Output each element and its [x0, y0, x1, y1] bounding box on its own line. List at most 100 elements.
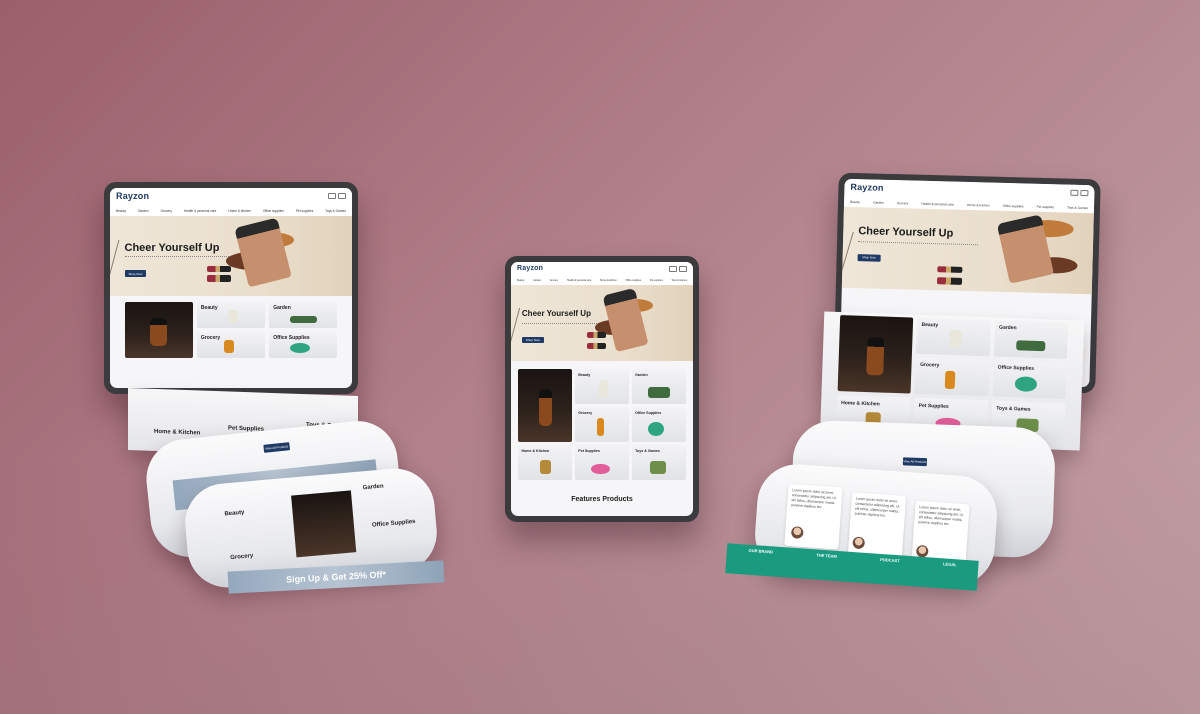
cart-icon[interactable] — [328, 193, 336, 199]
category-card[interactable]: Grocery — [196, 332, 266, 358]
category-card[interactable]: Grocery — [575, 406, 629, 443]
nav-item[interactable]: Garden — [533, 279, 541, 282]
nav-item[interactable]: Home & kitchen — [600, 279, 617, 282]
site-header: Rayzon Beauty Garden Grocery Health & pe… — [110, 188, 352, 216]
cart-icon[interactable] — [1070, 189, 1079, 196]
view-all-button[interactable]: View All Products — [902, 457, 928, 467]
category-card[interactable]: Garden — [993, 320, 1069, 359]
main-nav: Beauty Garden Grocery Health & personal … — [116, 209, 346, 213]
cart-icon[interactable] — [669, 265, 677, 272]
hero-title: Cheer Yourself Up — [858, 225, 954, 240]
left-tablet-screen: Rayzon Beauty Garden Grocery Health & pe… — [110, 188, 352, 388]
category-label: Toys & Games — [635, 449, 660, 454]
main-nav: Beauty Garden Grocery Health & personal … — [517, 279, 687, 282]
category-label: Home & Kitchen — [841, 399, 880, 408]
category-label: Garden — [273, 305, 291, 312]
nav-item[interactable]: Home & kitchen — [967, 203, 990, 208]
nav-item[interactable]: Office supplies — [625, 279, 641, 282]
category-card[interactable]: Office Supplies — [631, 406, 686, 443]
category-card[interactable]: Home & Kitchen — [518, 445, 573, 481]
category-card[interactable]: Beauty — [916, 317, 991, 357]
category-card[interactable]: Grocery — [914, 357, 990, 397]
lipstick — [587, 342, 606, 349]
category-label: Pet Supplies — [578, 449, 600, 454]
category-grid: Beauty Garden Grocery Office Supplies — [124, 302, 338, 388]
nav-item[interactable]: Health & personal care — [184, 209, 216, 213]
nav-item[interactable]: Health & personal care — [921, 202, 954, 207]
nav-item[interactable]: Garden — [873, 201, 884, 205]
nav-item[interactable]: Pet supplies — [1037, 205, 1054, 209]
lipstick — [206, 265, 231, 272]
featured-product-image[interactable] — [124, 302, 193, 358]
nav-item[interactable]: Toys & Games — [671, 279, 687, 282]
footer-item[interactable]: OUR BRAND — [748, 548, 773, 555]
nav-item[interactable]: Beauty — [517, 279, 524, 282]
category-label: Garden — [362, 483, 384, 492]
footer-item[interactable]: PODCAST — [880, 557, 900, 563]
featured-product-image[interactable] — [837, 314, 914, 394]
category-label: Beauty — [224, 509, 245, 518]
nav-item[interactable]: Toys & Games — [1067, 206, 1088, 211]
category-card[interactable]: Beauty — [196, 302, 266, 328]
nav-item[interactable]: Home & kitchen — [228, 209, 251, 213]
category-card[interactable]: Pet Supplies — [575, 445, 629, 481]
category-card[interactable]: Toys & Games — [631, 445, 686, 481]
nav-item[interactable]: Grocery — [897, 201, 908, 205]
category-card[interactable]: Garden — [631, 368, 686, 404]
hero-title: Cheer Yourself Up — [521, 309, 591, 319]
nav-item[interactable]: Grocery — [550, 279, 559, 282]
foundation-bottle — [602, 287, 649, 352]
center-tablet: Rayzon Beauty Garden Grocery Health & pe… — [505, 256, 699, 522]
testimonial-text: Lorem ipsum dolor sit amet, consectetur … — [918, 504, 964, 527]
nav-item[interactable]: Pet supplies — [296, 209, 313, 213]
lipstick — [206, 275, 231, 282]
shop-now-button[interactable]: Shop Now — [521, 336, 544, 343]
search-icon[interactable] — [679, 265, 687, 272]
featured-product-image — [291, 490, 357, 558]
nav-item[interactable]: Garden — [138, 209, 149, 213]
category-label: Grocery — [578, 411, 593, 416]
hero-banner: Cheer Yourself Up Shop Now — [841, 207, 1094, 295]
lipstick — [587, 332, 606, 339]
category-label: Beauty — [578, 372, 591, 377]
footer-item[interactable]: LEGAL — [943, 561, 957, 567]
search-icon[interactable] — [338, 193, 346, 199]
nav-item[interactable]: Beauty — [850, 200, 860, 204]
testimonial-text: Lorem ipsum dolor sit amet, consectetur … — [791, 488, 837, 510]
nav-item[interactable]: Toys & Games — [325, 209, 346, 213]
hero-description — [857, 241, 979, 252]
category-label: Grocery — [920, 362, 940, 369]
testimonial-card: Lorem ipsum dolor sit amet, consectetur … — [784, 483, 843, 550]
nav-item[interactable]: Pet supplies — [650, 279, 663, 282]
footer-item[interactable]: THE TEAM — [816, 552, 837, 558]
category-card[interactable]: Office Supplies — [992, 360, 1068, 400]
foundation-bottle — [233, 218, 291, 288]
nav-item[interactable]: Health & personal care — [567, 279, 591, 282]
shop-now-button[interactable]: Shop Now — [124, 270, 147, 277]
category-label: Garden — [998, 324, 1017, 332]
category-label: Pet Supplies — [918, 402, 949, 410]
left-tablet: Rayzon Beauty Garden Grocery Health & pe… — [104, 182, 358, 394]
view-all-button[interactable]: View All Products — [263, 442, 291, 453]
category-label: Office Supplies — [997, 364, 1035, 373]
features-title: Features Products — [571, 495, 633, 503]
category-label: Home & Kitchen — [154, 428, 201, 437]
featured-product-image[interactable] — [518, 368, 573, 443]
hero-banner: Cheer Yourself Up Shop Now — [511, 284, 693, 362]
category-card[interactable]: Garden — [269, 302, 338, 328]
category-label: Office Supplies — [371, 518, 416, 529]
brand-logo[interactable]: Rayzon — [850, 182, 883, 193]
category-card[interactable]: Office Supplies — [269, 332, 338, 358]
shop-now-button[interactable]: Shop Now — [857, 254, 881, 262]
category-grid: Beauty Garden Grocery Office Supplies Ho… — [518, 368, 686, 481]
category-label: Toys & Games — [996, 405, 1031, 413]
brand-logo[interactable]: Rayzon — [517, 265, 543, 272]
brand-logo[interactable]: Rayzon — [116, 191, 149, 201]
nav-item[interactable]: Office supplies — [263, 209, 284, 213]
testimonial-text: Lorem ipsum dolor sit amet, consectetur … — [854, 496, 900, 518]
category-card[interactable]: Beauty — [575, 368, 629, 404]
nav-item[interactable]: Beauty — [116, 209, 126, 213]
search-icon[interactable] — [1080, 189, 1089, 197]
nav-item[interactable]: Office supplies — [1003, 204, 1024, 209]
nav-item[interactable]: Grocery — [161, 209, 172, 213]
